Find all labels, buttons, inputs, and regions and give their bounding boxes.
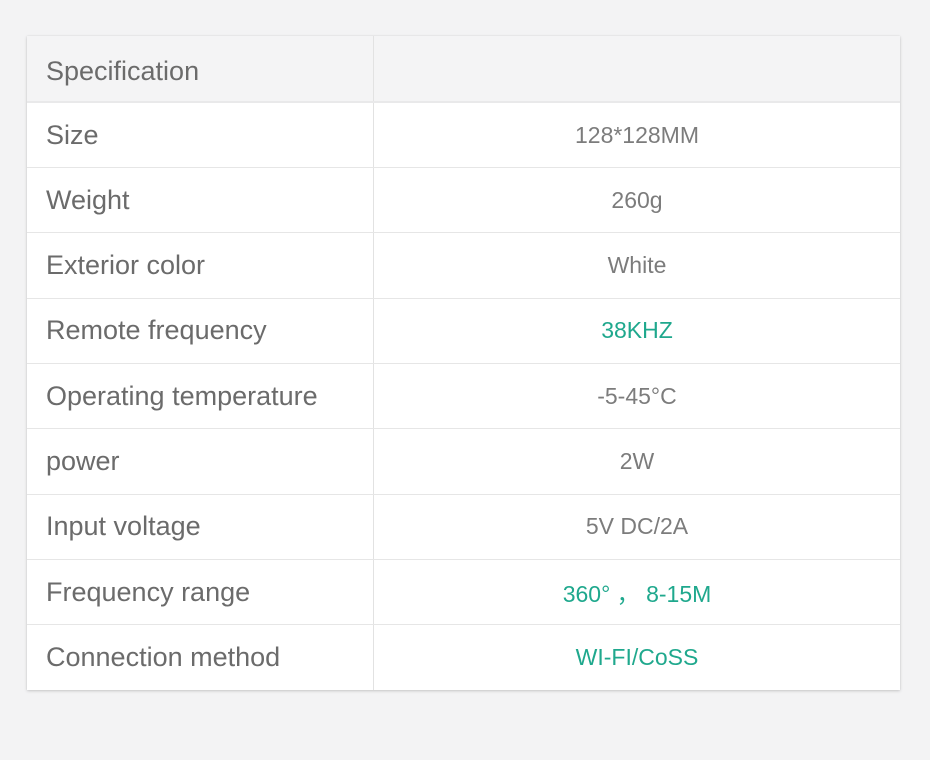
spec-row-size: Size 128*128MM (27, 102, 900, 169)
spec-row-exterior-color: Exterior color White (27, 232, 900, 299)
spec-label: power (27, 428, 374, 495)
spec-value: White (373, 232, 900, 299)
spec-value: 360° ， 8-15M (373, 559, 900, 626)
spec-row-input-voltage: Input voltage 5V DC/2A (27, 494, 900, 560)
spec-row-connection-method: Connection method WI-FI/CoSS (27, 624, 900, 690)
spec-label: Connection method (27, 624, 374, 690)
spec-row-power: power 2W (27, 428, 900, 495)
spec-label: Exterior color (27, 232, 374, 299)
spec-header-value (373, 36, 900, 104)
spec-value: 38KHZ (373, 298, 900, 364)
spec-value: 128*128MM (373, 102, 900, 169)
spec-value: 5V DC/2A (373, 494, 900, 560)
spec-value: -5-45°C (373, 363, 900, 430)
spec-label: Frequency range (27, 559, 374, 626)
spec-value: 2W (373, 428, 900, 495)
spec-row-remote-frequency: Remote frequency 38KHZ (27, 298, 900, 364)
spec-label: Weight (27, 167, 374, 234)
spec-label: Operating temperature (27, 363, 374, 430)
spec-label: Size (27, 102, 374, 169)
spec-value: WI-FI/CoSS (575, 644, 699, 671)
spec-row-frequency-range: Frequency range 360° ， 8-15M (27, 559, 900, 626)
spec-row-operating-temperature: Operating temperature -5-45°C (27, 363, 900, 430)
spec-table: Specification Size 128*128MM Weight 260g… (27, 36, 900, 690)
spec-value: 260g (373, 167, 900, 234)
spec-row-weight: Weight 260g (27, 167, 900, 234)
spec-header-label: Specification (27, 36, 374, 104)
spec-header-row: Specification (27, 36, 900, 104)
spec-label: Input voltage (27, 494, 374, 560)
spec-table-card: Specification Size 128*128MM Weight 260g… (27, 36, 900, 690)
spec-label: Remote frequency (27, 298, 374, 364)
